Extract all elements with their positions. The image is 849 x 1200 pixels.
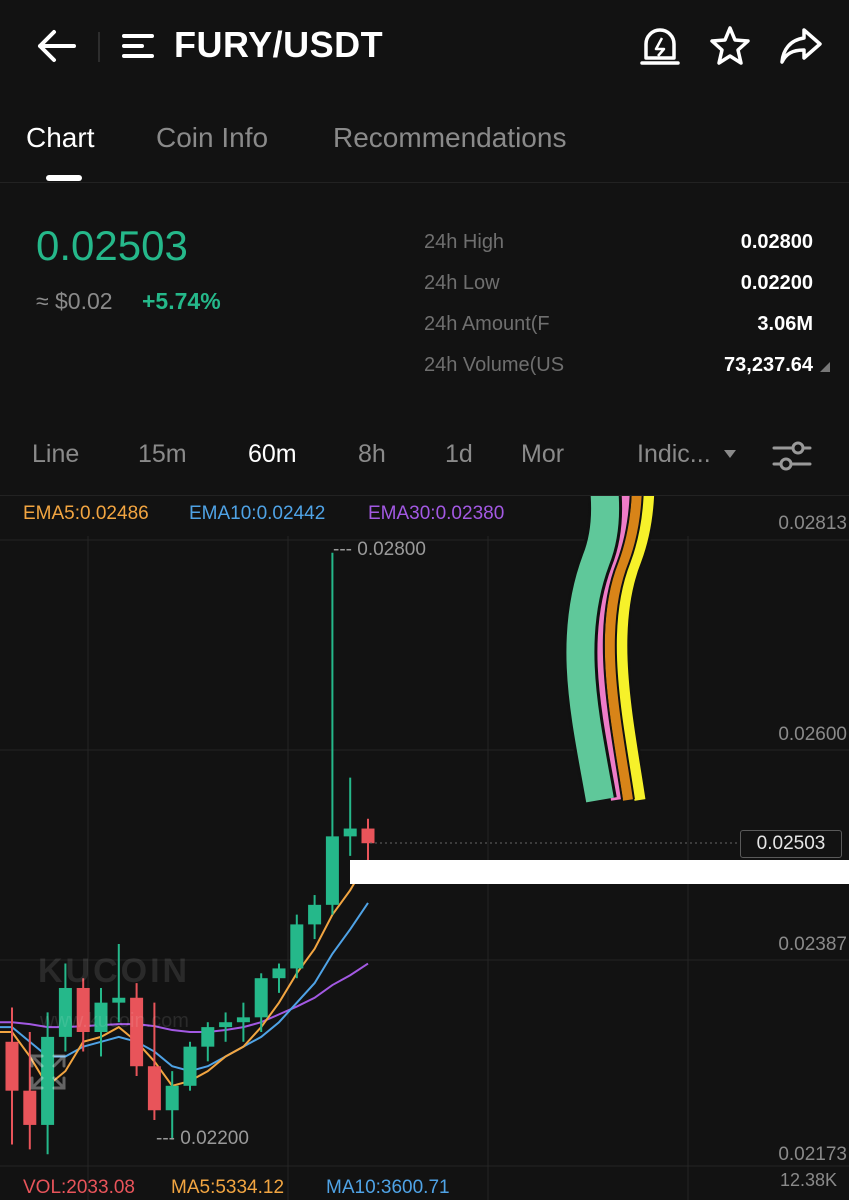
fiat-price: ≈ $0.02 [36,288,113,314]
price-change: +5.74% [142,288,221,314]
candle-body [183,1046,197,1086]
high-marker-label: --- 0.02800 [333,539,426,561]
y-axis-label: 0.02600 [778,724,847,745]
stat-24h-high-value: 0.02800 [740,231,813,253]
candle-body [290,924,304,969]
candle-body [147,1066,161,1111]
watermark-url: www.kucoin.com [40,1010,189,1032]
volume-ma5-legend: MA5:5334.12 [171,1177,285,1198]
candle-body [23,1090,37,1125]
low-marker-label: --- 0.02200 [156,1128,249,1150]
candlestick-chart[interactable] [0,496,849,1200]
stat-24h-volume-value[interactable]: 73,237.64 [724,354,813,377]
back-arrow-icon[interactable] [30,22,86,70]
interval-line[interactable]: Line [32,440,79,469]
interval-15m[interactable]: 15m [138,440,187,469]
current-price-tag[interactable]: 0.02503 [740,830,842,858]
rainbow-arrow-graphic [563,496,657,803]
marker-dash: --- [333,539,358,560]
candle-body [5,1041,19,1091]
star-icon[interactable] [706,22,754,70]
chevron-down-icon[interactable] [722,448,738,460]
stat-24h-amount-value: 3.06M [757,313,813,335]
indicators-dropdown[interactable]: Indic... [637,440,711,469]
tab-chart[interactable]: Chart [26,122,94,154]
candle-body [112,997,126,1003]
active-tab-indicator [46,175,82,181]
candle-body [201,1027,215,1047]
interval-1d[interactable]: 1d [445,440,473,469]
volume-axis-label: 12.38K [780,1170,838,1190]
interval-60m[interactable]: 60m [248,440,297,469]
marker-dash: --- [156,1128,181,1149]
share-icon[interactable] [776,22,824,70]
interval-more[interactable]: Mor [521,440,564,469]
volume-legend: VOL:2033.08 [23,1177,135,1198]
volume-ma10-legend: MA10:3600.71 [326,1177,450,1198]
candle-body [308,904,322,925]
watermark-logo: KUCOIN [38,952,191,990]
candle-body [219,1022,233,1028]
candle-body [254,978,268,1018]
stat-24h-low-label: 24h Low [424,272,500,294]
stat-24h-amount-label: 24h Amount(F [424,313,550,335]
high-marker-value: 0.02800 [357,539,426,560]
caret-icon[interactable] [818,360,832,374]
tab-recommendations[interactable]: Recommendations [333,122,566,154]
white-redaction-bar [350,860,849,884]
header-divider [98,32,100,62]
stat-24h-low-value: 0.02200 [740,272,813,294]
candle-body [343,828,357,837]
interval-8h[interactable]: 8h [358,440,386,469]
candle-body [361,828,375,844]
stat-24h-high-label: 24h High [424,231,505,253]
stat-24h-volume-label: 24h Volume(US [424,354,565,376]
fullscreen-icon[interactable] [28,1052,68,1092]
tab-coin-info[interactable]: Coin Info [156,122,268,154]
y-axis-label: 0.02173 [778,1144,847,1165]
candle-body [325,836,339,905]
candle-body [272,968,286,979]
y-axis-label: 0.02813 [778,513,847,534]
tabs-divider [0,182,849,183]
y-axis-label: 0.02387 [778,934,847,955]
chart-settings-icon[interactable] [770,436,814,476]
pair-title[interactable]: FURY/USDT [174,24,383,66]
price-alert-icon[interactable] [636,22,684,70]
low-marker-value: 0.02200 [180,1128,249,1149]
menu-icon[interactable] [118,22,162,70]
candle-body [165,1085,179,1111]
last-price: 0.02503 [36,222,188,269]
candle-body [236,1017,250,1023]
